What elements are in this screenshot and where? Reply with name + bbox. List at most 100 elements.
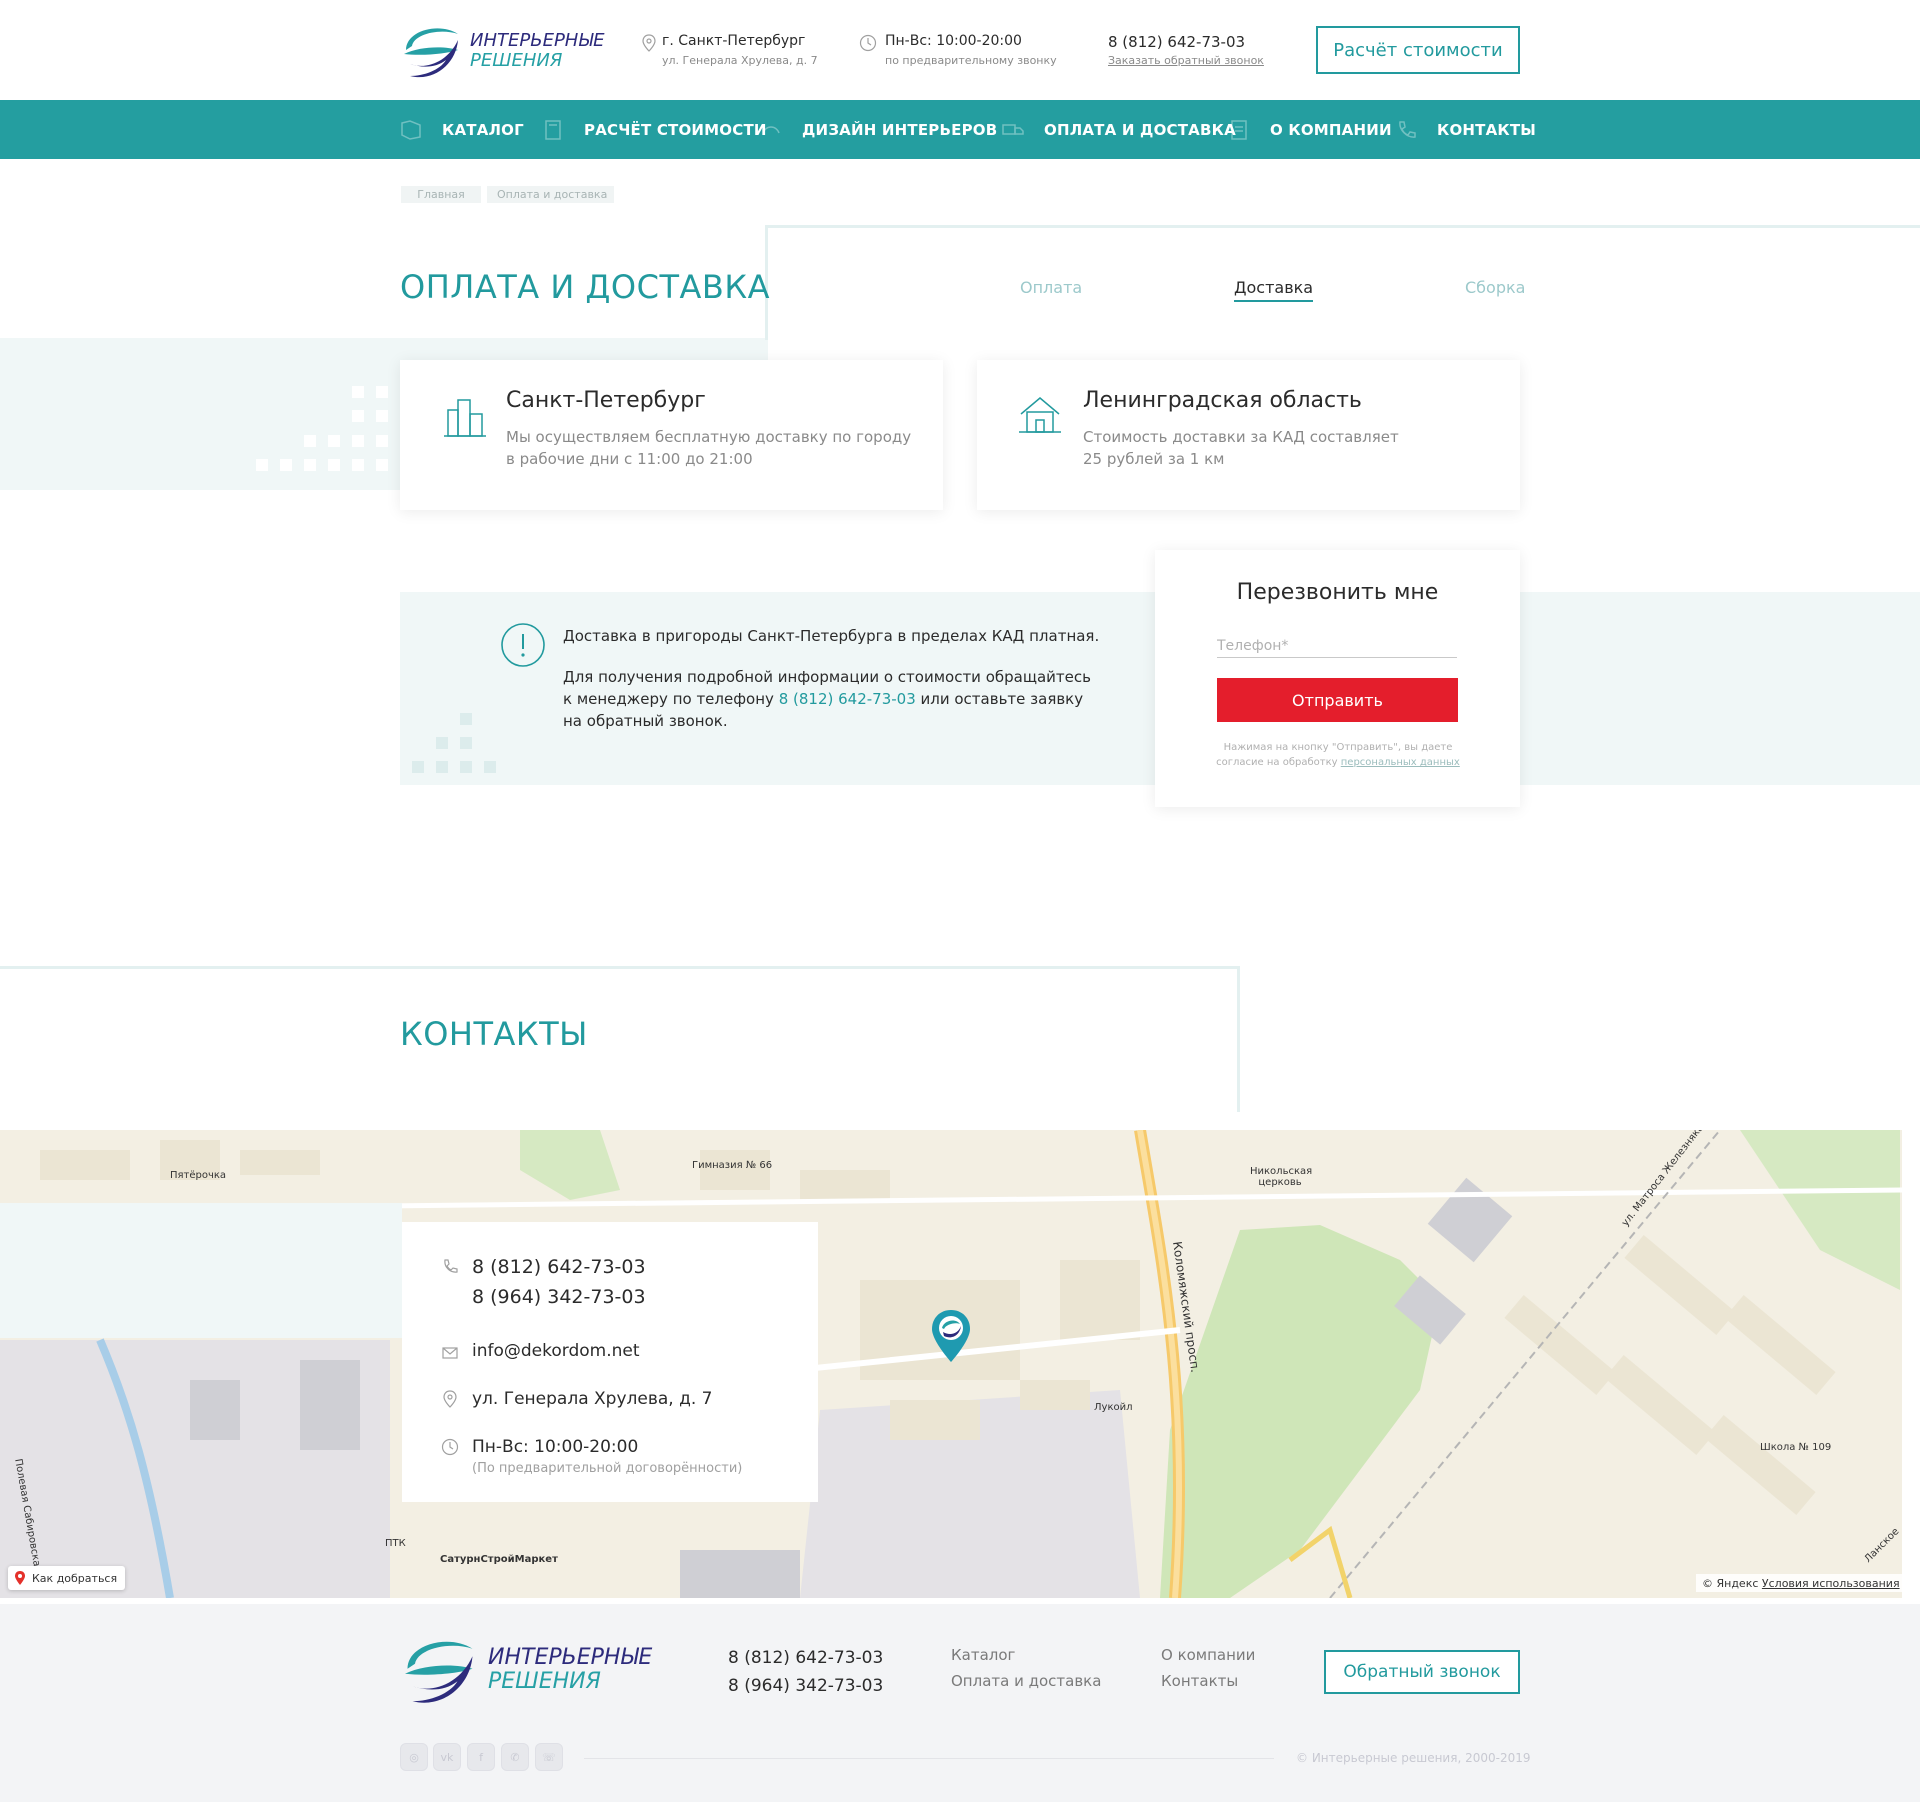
- catalog-icon: [401, 119, 421, 140]
- nav-label: РАСЧЁТ СТОИМОСТИ: [584, 120, 767, 139]
- footer-link-about[interactable]: О компании: [1161, 1646, 1255, 1664]
- map-attribution: © Яндекс Условия использования: [1696, 1574, 1902, 1592]
- vk-icon[interactable]: vk: [433, 1743, 461, 1771]
- map-label-gymnasium: Гимназия № 66: [692, 1160, 773, 1171]
- footer: [0, 1604, 1920, 1802]
- nav-item-delivery[interactable]: ОПЛАТА И ДОСТАВКА: [1002, 100, 1236, 159]
- card-text: Стоимость доставки за КАД составляет 25 …: [1083, 428, 1399, 468]
- tab-assembly[interactable]: Сборка: [1465, 278, 1525, 297]
- map-drawing: [0, 1130, 1902, 1598]
- card-text: Мы осуществляем бесплатную доставку по г…: [506, 428, 912, 468]
- breadcrumb-home[interactable]: Главная: [401, 186, 481, 203]
- card-title: Санкт-Петербург: [506, 388, 706, 413]
- delivery-card-spb: Санкт-Петербург Мы осуществляем бесплатн…: [400, 360, 943, 510]
- footer-link-catalog[interactable]: Каталог: [951, 1646, 1015, 1664]
- nav-label: КАТАЛОГ: [442, 120, 524, 139]
- facebook-icon[interactable]: f: [467, 1743, 495, 1771]
- logo-text: ИНТЕРЬЕРНЫЕ РЕШЕНИЯ: [470, 31, 604, 71]
- info-phone-link[interactable]: 8 (812) 642-73-03: [779, 690, 916, 708]
- cost-calculation-button[interactable]: Расчёт стоимости: [1316, 26, 1520, 74]
- main-nav: КАТАЛОГ РАСЧЁТ СТОИМОСТИ ДИЗАЙН ИНТЕРЬЕР…: [0, 100, 1920, 159]
- nav-label: ОПЛАТА И ДОСТАВКА: [1044, 120, 1236, 139]
- map[interactable]: Пятёрочка Гимназия № 66 Никольская церко…: [0, 1130, 1902, 1598]
- footer-link-contacts[interactable]: Контакты: [1161, 1672, 1238, 1690]
- location-pin-icon: [642, 34, 656, 52]
- map-label-ptk: ПТК: [385, 1538, 406, 1549]
- logo-text: ИНТЕРЬЕРНЫЕ РЕШЕНИЯ: [488, 1644, 653, 1694]
- map-route-button[interactable]: Как добраться: [8, 1566, 126, 1590]
- nav-item-catalog[interactable]: КАТАЛОГ: [400, 100, 524, 159]
- route-label: Как добраться: [32, 1571, 118, 1585]
- logo-icon: [404, 28, 458, 78]
- info-text-line2: Для получения подробной информации о сто…: [563, 666, 1103, 732]
- map-label-school: Школа № 109: [1760, 1442, 1832, 1453]
- callback-form-card: Перезвонить мне Отправить Нажимая на кно…: [1155, 550, 1520, 807]
- header-city: г. Санкт-Петербург: [662, 33, 806, 49]
- contact-email[interactable]: info@dekordom.net: [472, 1341, 640, 1361]
- logo-line2: РЕШЕНИЯ: [470, 50, 563, 71]
- phone-input[interactable]: [1217, 634, 1457, 658]
- header-address: ул. Генерала Хрулева, д. 7: [662, 54, 818, 67]
- contact-phone-1[interactable]: 8 (812) 642-73-03: [472, 1256, 646, 1278]
- nav-item-contacts[interactable]: КОНТАКТЫ: [1395, 100, 1536, 159]
- logo-line2: РЕШЕНИЯ: [488, 1669, 601, 1694]
- footer-phone-2[interactable]: 8 (964) 342-73-03: [728, 1676, 883, 1696]
- tab-payment[interactable]: Оплата: [1020, 278, 1082, 297]
- yandex-label: © Яндекс: [1702, 1576, 1759, 1590]
- header-logo[interactable]: ИНТЕРЬЕРНЫЕ РЕШЕНИЯ: [400, 20, 604, 82]
- contacts-frame: [0, 966, 1240, 1112]
- location-pin-icon: [443, 1390, 457, 1408]
- delivery-card-region: Ленинградская область Стоимость доставки…: [977, 360, 1520, 510]
- breadcrumb-current: Оплата и доставка: [487, 186, 614, 203]
- header-phone[interactable]: 8 (812) 642-73-03: [1108, 33, 1245, 51]
- clock-icon: [859, 34, 877, 52]
- viber-icon[interactable]: ☏: [535, 1743, 563, 1771]
- logo-icon: [405, 1641, 473, 1703]
- nav-label: ДИЗАЙН ИНТЕРЬЕРОВ: [802, 120, 998, 139]
- design-icon: [762, 125, 780, 133]
- logo-line1: ИНТЕРЬЕРНЫЕ: [470, 30, 605, 52]
- submit-button[interactable]: Отправить: [1217, 678, 1458, 722]
- map-label-saturn: СатурнСтройМаркет: [440, 1554, 558, 1565]
- logo-line1: ИНТЕРЬЕРНЫЕ: [488, 1644, 653, 1670]
- footer-callback-button[interactable]: Обратный звонок: [1324, 1650, 1520, 1694]
- callback-form-title: Перезвонить мне: [1236, 580, 1439, 605]
- header-hours: Пн-Вс: 10:00-20:00: [885, 33, 1022, 49]
- phone-icon: [444, 1259, 458, 1273]
- footer-divider: [584, 1758, 1274, 1759]
- nav-label: КОНТАКТЫ: [1437, 120, 1537, 139]
- footer-logo[interactable]: ИНТЕРЬЕРНЫЕ РЕШЕНИЯ: [400, 1630, 652, 1710]
- instagram-icon[interactable]: ◎: [400, 1743, 428, 1771]
- nav-item-cost[interactable]: РАСЧЁТ СТОИМОСТИ: [542, 100, 767, 159]
- exclamation-icon: [501, 623, 545, 667]
- contact-hours-note: (По предварительной договорённости): [472, 1461, 743, 1476]
- contacts-title: КОНТАКТЫ: [400, 1015, 588, 1053]
- callback-link[interactable]: Заказать обратный звонок: [1108, 54, 1264, 67]
- route-pin-icon: [15, 1571, 25, 1585]
- tab-delivery[interactable]: Доставка: [1234, 278, 1314, 302]
- whatsapp-icon[interactable]: ✆: [501, 1743, 529, 1771]
- phone-icon: [1399, 120, 1416, 138]
- truck-icon: [1002, 123, 1024, 135]
- info-text-line1: Доставка в пригороды Санкт-Петербурга в …: [563, 627, 1100, 645]
- personal-data-link[interactable]: персональных данных: [1341, 757, 1460, 768]
- nav-item-design[interactable]: ДИЗАЙН ИНТЕРЬЕРОВ: [760, 100, 997, 159]
- contact-address: ул. Генерала Хрулева, д. 7: [472, 1389, 713, 1409]
- delivery-title: ОПЛАТА И ДОСТАВКА: [400, 268, 770, 306]
- contact-hours: Пн-Вс: 10:00-20:00: [472, 1437, 639, 1457]
- footer-phone-1[interactable]: 8 (812) 642-73-03: [728, 1648, 883, 1668]
- terms-link[interactable]: Условия использования: [1762, 1577, 1900, 1590]
- map-pin-icon[interactable]: [930, 1308, 972, 1364]
- calculator-icon: [545, 119, 561, 140]
- footer-link-delivery[interactable]: Оплата и доставка: [951, 1672, 1101, 1690]
- house-icon: [1019, 397, 1061, 433]
- contact-phone-2[interactable]: 8 (964) 342-73-03: [472, 1286, 646, 1308]
- consent-note: Нажимая на кнопку "Отправить", вы даете …: [1213, 740, 1463, 770]
- header-hours-note: по предварительному звонку: [885, 54, 1057, 67]
- map-label-pyaterochka: Пятёрочка: [170, 1170, 227, 1181]
- email-icon: [442, 1347, 458, 1359]
- map-label-church: Никольская церковь: [1250, 1166, 1313, 1188]
- document-icon: [1231, 119, 1247, 140]
- nav-item-about[interactable]: О КОМПАНИИ: [1228, 100, 1392, 159]
- clock-icon: [441, 1438, 459, 1456]
